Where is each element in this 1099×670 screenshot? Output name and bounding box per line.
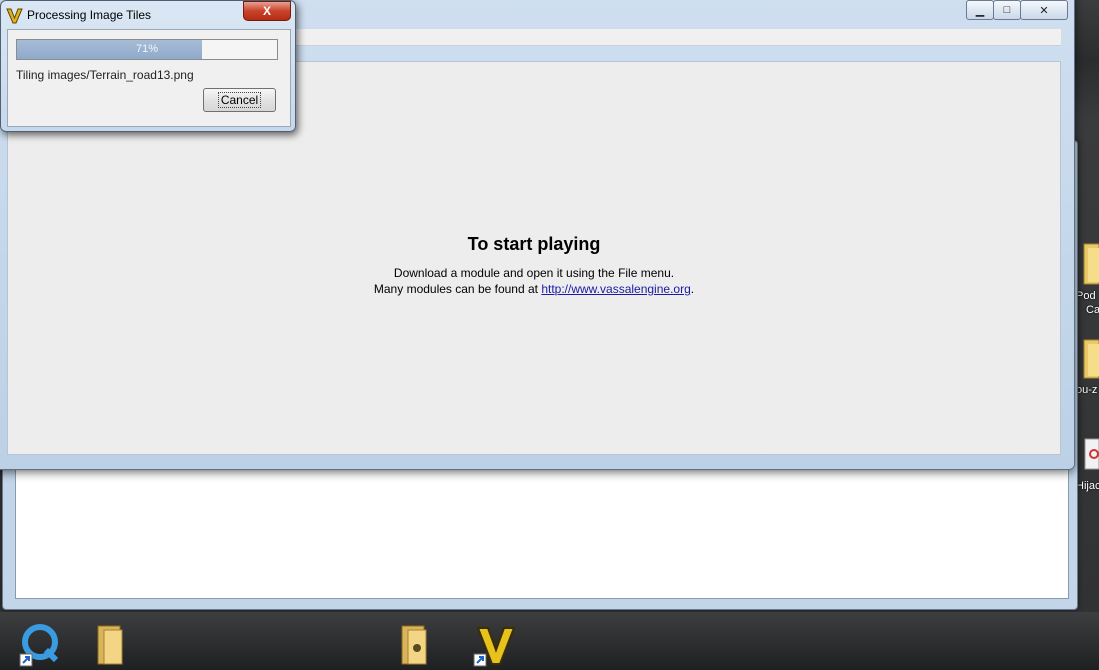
- vassal-icon[interactable]: [470, 620, 518, 668]
- desktop-label: ou-z: [1076, 384, 1098, 396]
- folder-pin-icon[interactable]: [394, 620, 442, 668]
- desktop-label: Hijac: [1076, 480, 1099, 492]
- progress-percent: 71%: [135, 43, 159, 55]
- minimize-button[interactable]: ▁: [966, 0, 994, 20]
- shortcut-icon[interactable]: [1082, 436, 1099, 476]
- welcome-title: To start playing: [467, 234, 601, 254]
- folder-icon[interactable]: [90, 620, 138, 668]
- vassal-app-icon: [6, 8, 23, 24]
- progress-bar: 71%: [16, 39, 278, 60]
- desktop-label: Pod: [1076, 290, 1096, 302]
- progress-message: Tiling images/Terrain_road13.png: [16, 68, 194, 82]
- welcome-link-prefix: Many modules can be found at: [373, 282, 542, 296]
- vassal-website-link[interactable]: http://www.vassalengine.org: [541, 282, 690, 296]
- dialog-body: 71% Tiling images/Terrain_road13.png Can…: [7, 29, 291, 127]
- cancel-button-label: Cancel: [217, 92, 262, 108]
- close-button[interactable]: ✕: [1020, 0, 1068, 20]
- window-controls: ▁ □ ✕: [966, 0, 1068, 20]
- welcome-instructions: Download a module and open it using the …: [393, 266, 675, 280]
- welcome-link-suffix: .: [690, 282, 695, 296]
- desktop-label: Ca: [1086, 304, 1099, 316]
- welcome-link-line: Many modules can be found at http://www.…: [8, 282, 1060, 296]
- folder-icon[interactable]: [1082, 336, 1099, 382]
- taskbar: [0, 612, 1099, 670]
- folder-icon[interactable]: [1082, 240, 1099, 288]
- cancel-button[interactable]: Cancel: [203, 88, 276, 112]
- quicktime-icon[interactable]: [16, 620, 64, 668]
- dialog-title: Processing Image Tiles: [27, 8, 152, 22]
- processing-dialog: Processing Image Tiles X 71% Tiling imag…: [0, 0, 296, 132]
- dialog-close-button[interactable]: X: [243, 1, 291, 21]
- maximize-button[interactable]: □: [993, 0, 1021, 20]
- background-window-panel: [15, 469, 1069, 599]
